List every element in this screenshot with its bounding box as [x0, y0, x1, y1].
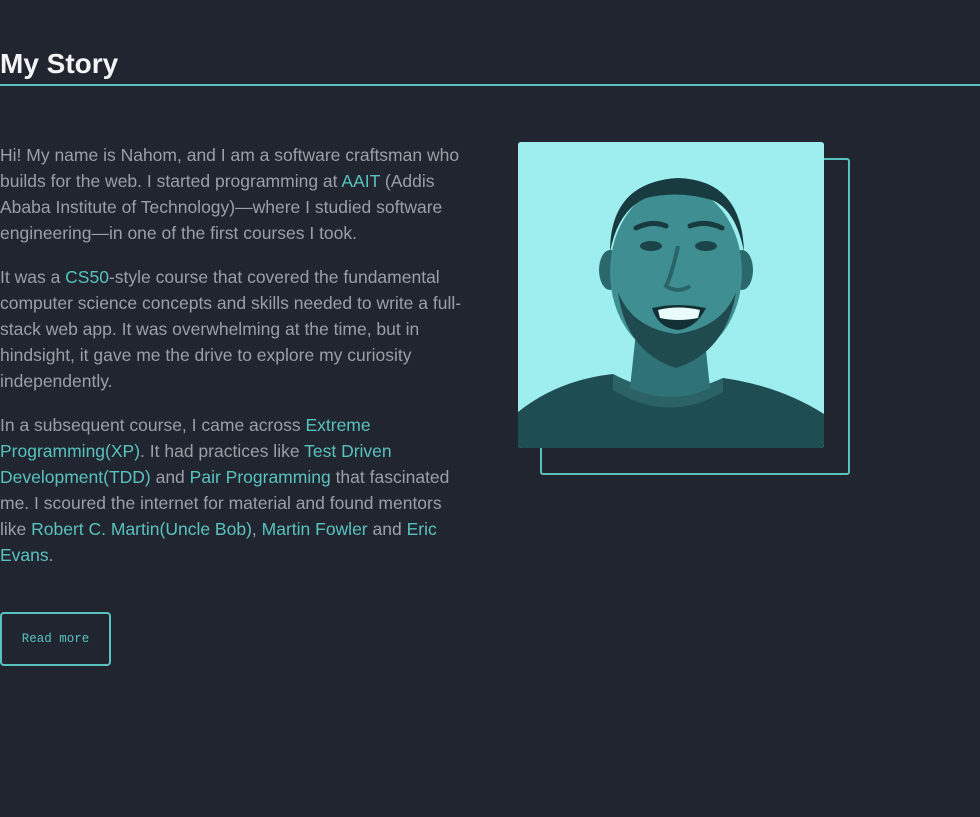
paragraph-cs50: It was a CS50-style course that covered …	[0, 264, 470, 394]
paragraph-xp: In a subsequent course, I came across Ex…	[0, 412, 470, 568]
paragraph-intro: Hi! My name is Nahom, and I am a softwar…	[0, 142, 470, 246]
pair-programming-link[interactable]: Pair Programming	[190, 467, 331, 487]
paragraph-text: It was a	[0, 267, 66, 287]
aait-link[interactable]: AAIT	[341, 171, 380, 191]
read-more-button[interactable]: Read more	[0, 612, 111, 666]
portrait-icon	[518, 142, 824, 448]
cs50-link[interactable]: CS50	[65, 267, 109, 287]
paragraph-text: In a subsequent course, I came across	[0, 415, 306, 435]
profile-photo	[518, 142, 824, 448]
title-divider	[0, 84, 980, 86]
section-title: My Story	[0, 48, 119, 79]
story-text: Hi! My name is Nahom, and I am a softwar…	[0, 142, 470, 586]
paragraph-text: and	[150, 467, 190, 487]
martin-fowler-link[interactable]: Martin Fowler	[262, 519, 368, 539]
paragraph-text: .	[48, 545, 54, 565]
paragraph-text: and	[367, 519, 407, 539]
uncle-bob-link[interactable]: Robert C. Martin(Uncle Bob)	[31, 519, 252, 539]
paragraph-text: ,	[251, 519, 262, 539]
paragraph-text: . It had practices like	[140, 441, 305, 461]
